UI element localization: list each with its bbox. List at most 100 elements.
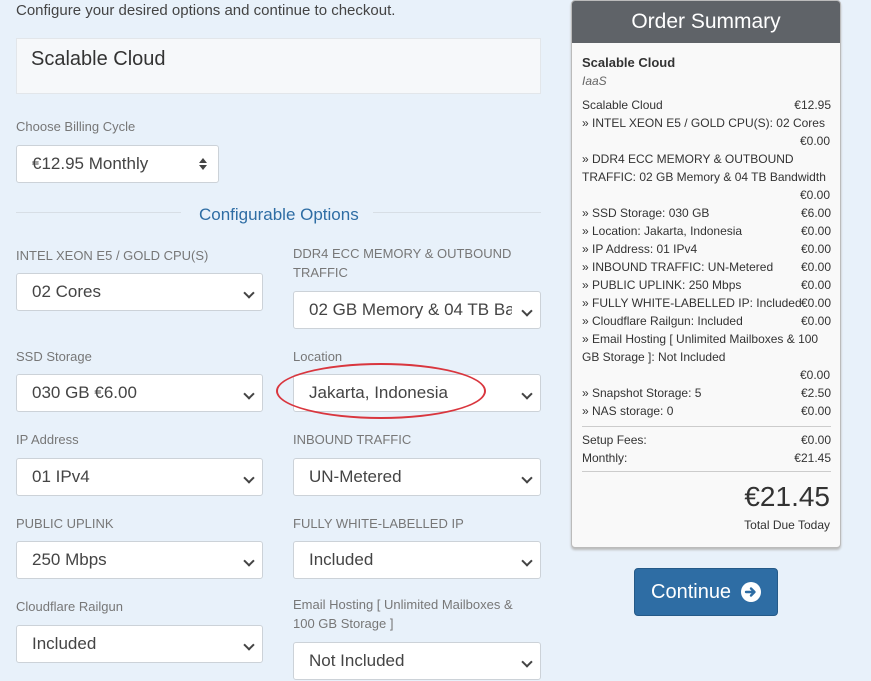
ssd-label: SSD Storage [16,349,92,364]
summary-line-price: €0.00 [799,188,830,202]
summary-line-price: €2.50 [800,386,831,400]
summary-line-label: Scalable Cloud [582,98,663,112]
arrow-circle-right-icon [741,582,761,602]
divider [16,212,181,213]
chevron-down-icon [243,555,255,567]
summary-line-price: €6.00 [800,206,831,220]
public-uplink-label: PUBLIC UPLINK [16,516,114,531]
public-uplink-select[interactable]: 250 Mbps [16,541,263,579]
summary-line: » NAS storage: 0 €0.00 [582,402,831,420]
configurable-options-title: Configurable Options [199,205,359,224]
summary-line-price: €12.95 [794,98,831,112]
continue-button[interactable]: Continue [634,568,778,616]
monthly-label: Monthly: [582,451,628,465]
divider [373,212,541,213]
summary-line: » INBOUND TRAFFIC: UN-Metered €0.00 [582,258,831,276]
sort-arrows-icon [199,156,207,172]
inbound-traffic-select[interactable]: UN-Metered [293,458,541,496]
railgun-label: Cloudflare Railgun [16,599,123,614]
email-hosting-value: Not Included [309,651,405,670]
summary-line: » PUBLIC UPLINK: 250 Mbps €0.00 [582,276,831,294]
public-uplink-value: 250 Mbps [32,550,107,569]
summary-line-label: » INTEL XEON E5 / GOLD CPU(S): 02 Cores [582,116,825,130]
summary-line-price: €0.00 [800,314,831,328]
total-due-label: Total Due Today [744,518,830,532]
intro-text: Configure your desired options and conti… [16,2,396,19]
white-labelled-ip-value: Included [309,550,374,569]
summary-line-label: » FULLY WHITE-LABELLED IP: Included [582,296,802,310]
chevron-down-icon [521,472,533,484]
memory-label: DDR4 ECC MEMORY & OUTBOUND TRAFFIC [293,246,512,280]
summary-line-label: » NAS storage: 0 [582,404,674,418]
summary-line: » Cloudflare Railgun: Included €0.00 [582,312,831,330]
highlight-ellipse [276,363,486,419]
billing-cycle-label: Choose Billing Cycle [16,119,136,134]
divider [582,471,831,472]
chevron-down-icon [521,656,533,668]
setup-fees-value: €0.00 [800,433,831,447]
white-labelled-ip-label: FULLY WHITE-LABELLED IP [293,516,464,531]
billing-cycle-value: €12.95 Monthly [32,154,149,173]
ssd-select[interactable]: 030 GB €6.00 [16,374,263,412]
memory-select[interactable]: 02 GB Memory & 04 TB Bandwidth [293,291,541,329]
summary-line-label: » Email Hosting [ Unlimited Mailboxes & … [582,332,819,364]
cpu-value: 02 Cores [32,282,101,301]
summary-line-price: €0.00 [800,278,831,292]
monthly-row: Monthly: €21.45 [582,449,831,467]
summary-line-price: €0.00 [799,368,830,382]
railgun-select[interactable]: Included [16,625,263,663]
continue-label: Continue [651,581,732,603]
order-summary-title: Order Summary [572,1,840,43]
white-labelled-ip-select[interactable]: Included [293,541,541,579]
setup-fees-label: Setup Fees: [582,433,647,447]
cpu-select[interactable]: 02 Cores [16,273,263,311]
summary-line: » Snapshot Storage: 5 €2.50 [582,384,831,402]
summary-line: » FULLY WHITE-LABELLED IP: Included €0.0… [582,294,831,312]
divider [582,426,831,427]
chevron-down-icon [521,388,533,400]
railgun-value: Included [32,634,97,653]
ip-address-label: IP Address [16,432,79,447]
summary-line-label: » DDR4 ECC MEMORY & OUTBOUND TRAFFIC: 02… [582,152,826,184]
chevron-down-icon [243,287,255,299]
summary-line-price: €0.00 [800,224,831,238]
summary-line: » IP Address: 01 IPv4 €0.00 [582,240,831,258]
chevron-down-icon [521,305,533,317]
product-panel: Scalable Cloud [16,38,541,94]
product-name: Scalable Cloud [31,48,166,70]
billing-cycle-select[interactable]: €12.95 Monthly [16,145,219,183]
total-due-amount: €21.45 [744,481,830,512]
email-hosting-select[interactable]: Not Included [293,642,541,680]
summary-line-label: » Snapshot Storage: 5 [582,386,702,400]
memory-value: 02 GB Memory & 04 TB Bandwidth [309,300,512,319]
ip-address-value: 01 IPv4 [32,467,90,486]
inbound-traffic-value: UN-Metered [309,467,402,486]
summary-product-name: Scalable Cloud [582,55,676,70]
summary-line-label: » PUBLIC UPLINK: 250 Mbps [582,278,742,292]
ssd-value: 030 GB €6.00 [32,383,137,402]
summary-product-group: IaaS [582,74,607,88]
summary-line-price: €0.00 [800,404,831,418]
order-summary-panel: Order Summary Scalable Cloud IaaS Scalab… [571,0,841,548]
summary-line: » SSD Storage: 030 GB €6.00 [582,204,831,222]
summary-line-price: €0.00 [800,260,831,274]
ip-address-select[interactable]: 01 IPv4 [16,458,263,496]
summary-line-price: €0.00 [800,296,831,310]
chevron-down-icon [243,639,255,651]
inbound-traffic-label: INBOUND TRAFFIC [293,432,412,447]
summary-line: » Location: Jakarta, Indonesia €0.00 [582,222,831,240]
chevron-down-icon [243,388,255,400]
summary-line-label: » Location: Jakarta, Indonesia [582,224,743,238]
summary-line-label: » SSD Storage: 030 GB [582,206,710,220]
summary-line-price: €0.00 [799,134,830,148]
summary-line-price: €0.00 [800,242,831,256]
cpu-label: INTEL XEON E5 / GOLD CPU(S) [16,248,209,263]
email-hosting-label: Email Hosting [ Unlimited Mailboxes & 10… [293,597,513,631]
monthly-value: €21.45 [794,451,831,465]
summary-line-label: » Cloudflare Railgun: Included [582,314,743,328]
setup-fees-row: Setup Fees: €0.00 [582,431,831,449]
location-label: Location [293,349,343,364]
summary-line: Scalable Cloud €12.95 [582,96,831,114]
chevron-down-icon [243,472,255,484]
summary-line-label: » INBOUND TRAFFIC: UN-Metered [582,260,774,274]
